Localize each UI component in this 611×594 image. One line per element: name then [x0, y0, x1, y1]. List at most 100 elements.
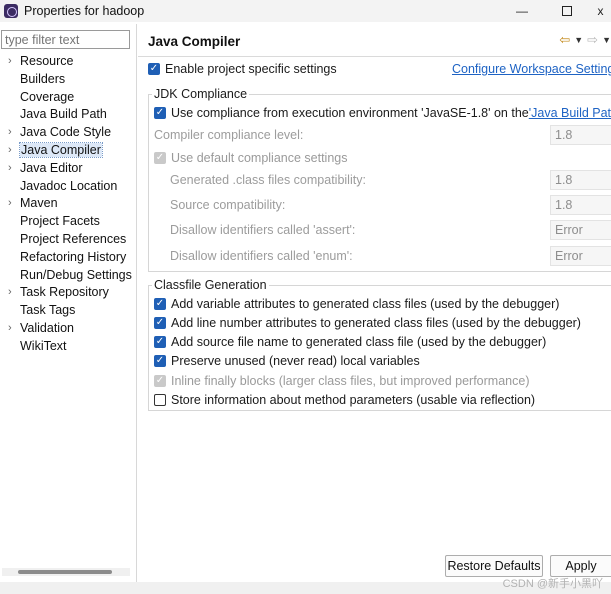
tree-item-java-compiler[interactable]: › Java Compiler: [0, 141, 136, 160]
tree-item-label: WikiText: [20, 338, 67, 353]
back-dropdown-icon[interactable]: ▼: [574, 35, 583, 45]
variable-attributes-checkbox[interactable]: ✓: [154, 298, 166, 310]
eclipse-icon: [4, 4, 18, 18]
tree-item-javadoc-location[interactable]: Javadoc Location: [0, 178, 136, 196]
generated-class-label: Generated .class files compatibility:: [170, 173, 366, 187]
tree-item-task-repository[interactable]: › Task Repository: [0, 284, 136, 302]
source-compat-select[interactable]: 1.8: [550, 195, 611, 215]
tree-item-label: Refactoring History: [20, 249, 127, 264]
expand-arrow-icon[interactable]: ›: [8, 160, 12, 178]
tree-item-label: Java Editor: [20, 160, 83, 175]
window-title: Properties for hadoop: [24, 4, 145, 18]
menu-dropdown-icon[interactable]: ▼: [602, 35, 611, 45]
title-separator: [138, 56, 611, 57]
inline-finally-label: Inline finally blocks (larger class file…: [171, 374, 530, 388]
tree-item-label: Project Facets: [20, 214, 100, 229]
watermark: CSDN @新手小黑吖: [502, 578, 603, 590]
page-title: Java Compiler: [148, 34, 241, 49]
tree-item-validation[interactable]: › Validation: [0, 320, 136, 338]
disallow-enum-select[interactable]: Error: [550, 246, 611, 266]
use-default-compliance-checkbox[interactable]: ✓: [154, 152, 166, 164]
tree-item-label: Coverage: [20, 89, 75, 104]
java-build-path-link[interactable]: 'Java Build Path': [529, 106, 611, 120]
tree-item-java-editor[interactable]: › Java Editor: [0, 160, 136, 178]
tree-item-wikitext[interactable]: WikiText: [0, 338, 136, 356]
filter-input[interactable]: [1, 30, 130, 49]
source-compat-label: Source compatibility:: [170, 198, 286, 212]
tree-item-label: Task Tags: [20, 303, 76, 318]
back-arrow-icon[interactable]: ⇦: [559, 32, 570, 48]
tree-item-label: Resource: [20, 54, 74, 68]
left-panel: › Resource Builders Coverage Java Build P…: [0, 24, 137, 582]
use-compliance-checkbox[interactable]: ✓: [154, 107, 166, 119]
close-button[interactable]: x: [590, 0, 611, 22]
disallow-assert-label: Disallow identifiers called 'assert':: [170, 223, 356, 237]
expand-arrow-icon[interactable]: ›: [8, 124, 12, 142]
use-compliance-row: ✓ Use compliance from execution environm…: [154, 106, 611, 120]
expand-arrow-icon[interactable]: ›: [8, 284, 12, 302]
maximize-icon: [562, 6, 572, 16]
content-panel: Java Compiler ⇦ ▼ ⇨ ▼ ✓ Enable project s…: [138, 24, 611, 582]
method-parameters-checkbox[interactable]: [154, 394, 166, 406]
method-parameters-row: Store information about method parameter…: [154, 393, 535, 407]
compiler-level-label: Compiler compliance level:: [154, 128, 304, 142]
navigation-controls: ⇦ ▼ ⇨ ▼: [559, 32, 611, 48]
use-compliance-label: Use compliance from execution environmen…: [171, 106, 529, 120]
preserve-unused-row: ✓ Preserve unused (never read) local var…: [154, 354, 420, 368]
source-file-name-row: ✓ Add source file name to generated clas…: [154, 335, 546, 349]
source-file-name-label: Add source file name to generated class …: [171, 335, 547, 349]
tree-item-label: Builders: [20, 71, 66, 86]
disallow-assert-select[interactable]: Error: [550, 220, 611, 240]
expand-arrow-icon[interactable]: ›: [8, 320, 12, 338]
tree-item-resource[interactable]: › Resource: [0, 53, 136, 71]
horizontal-scrollbar[interactable]: [2, 568, 130, 576]
generated-class-select[interactable]: 1.8: [550, 170, 611, 190]
variable-attributes-label: Add variable attributes to generated cla…: [171, 297, 560, 311]
forward-arrow-icon[interactable]: ⇨: [587, 32, 598, 48]
configure-workspace-row: Configure Workspace Settings...: [452, 62, 611, 76]
compiler-level-select[interactable]: 1.8: [550, 125, 611, 145]
enable-project-settings-row: ✓ Enable project specific settings: [148, 62, 337, 76]
jdk-compliance-title: JDK Compliance: [152, 87, 250, 101]
tree-item-label: Javadoc Location: [20, 178, 118, 193]
property-tree: › Resource Builders Coverage Java Build P…: [0, 53, 136, 356]
tree-item-project-facets[interactable]: Project Facets: [0, 213, 136, 231]
tree-item-builders[interactable]: Builders: [0, 71, 136, 89]
inline-finally-checkbox[interactable]: ✓: [154, 375, 166, 387]
tree-item-java-build-path[interactable]: Java Build Path: [0, 106, 136, 124]
tree-item-run-debug-settings[interactable]: Run/Debug Settings: [0, 267, 136, 285]
tree-item-task-tags[interactable]: Task Tags: [0, 302, 136, 320]
tree-item-coverage[interactable]: Coverage: [0, 89, 136, 107]
restore-defaults-button[interactable]: Restore Defaults: [445, 555, 543, 577]
inline-finally-row: ✓ Inline finally blocks (larger class fi…: [154, 374, 529, 388]
expand-arrow-icon[interactable]: ›: [8, 53, 12, 71]
tree-item-maven[interactable]: › Maven: [0, 195, 136, 213]
disallow-enum-label: Disallow identifiers called 'enum':: [170, 249, 353, 263]
tree-item-label: Project References: [20, 231, 127, 246]
enable-project-settings-checkbox[interactable]: ✓: [148, 63, 160, 75]
minimize-button[interactable]: —: [500, 0, 544, 22]
configure-workspace-link[interactable]: Configure Workspace Settings...: [452, 62, 611, 76]
expand-arrow-icon[interactable]: ›: [8, 142, 12, 160]
maximize-button[interactable]: [545, 0, 589, 22]
variable-attributes-row: ✓ Add variable attributes to generated c…: [154, 297, 559, 311]
preserve-unused-checkbox[interactable]: ✓: [154, 355, 166, 367]
source-file-name-checkbox[interactable]: ✓: [154, 336, 166, 348]
title-bar: Properties for hadoop — x: [0, 0, 611, 22]
classfile-generation-title: Classfile Generation: [152, 278, 269, 292]
use-default-compliance-label: Use default compliance settings: [171, 151, 348, 165]
scrollbar-thumb[interactable]: [18, 570, 112, 574]
line-number-checkbox[interactable]: ✓: [154, 317, 166, 329]
expand-arrow-icon[interactable]: ›: [8, 195, 12, 213]
line-number-label: Add line number attributes to generated …: [171, 316, 581, 330]
tree-item-label: Validation: [20, 320, 74, 335]
tree-item-java-code-style[interactable]: › Java Code Style: [0, 124, 136, 142]
method-parameters-label: Store information about method parameter…: [171, 393, 536, 407]
tree-item-label: Java Build Path: [20, 107, 107, 122]
tree-item-label: Java Code Style: [20, 125, 112, 140]
tree-item-refactoring-history[interactable]: Refactoring History: [0, 249, 136, 267]
apply-button[interactable]: Apply: [550, 555, 611, 577]
tree-item-project-references[interactable]: Project References: [0, 231, 136, 249]
tree-item-label: Task Repository: [20, 285, 109, 300]
preserve-unused-label: Preserve unused (never read) local varia…: [171, 354, 420, 368]
